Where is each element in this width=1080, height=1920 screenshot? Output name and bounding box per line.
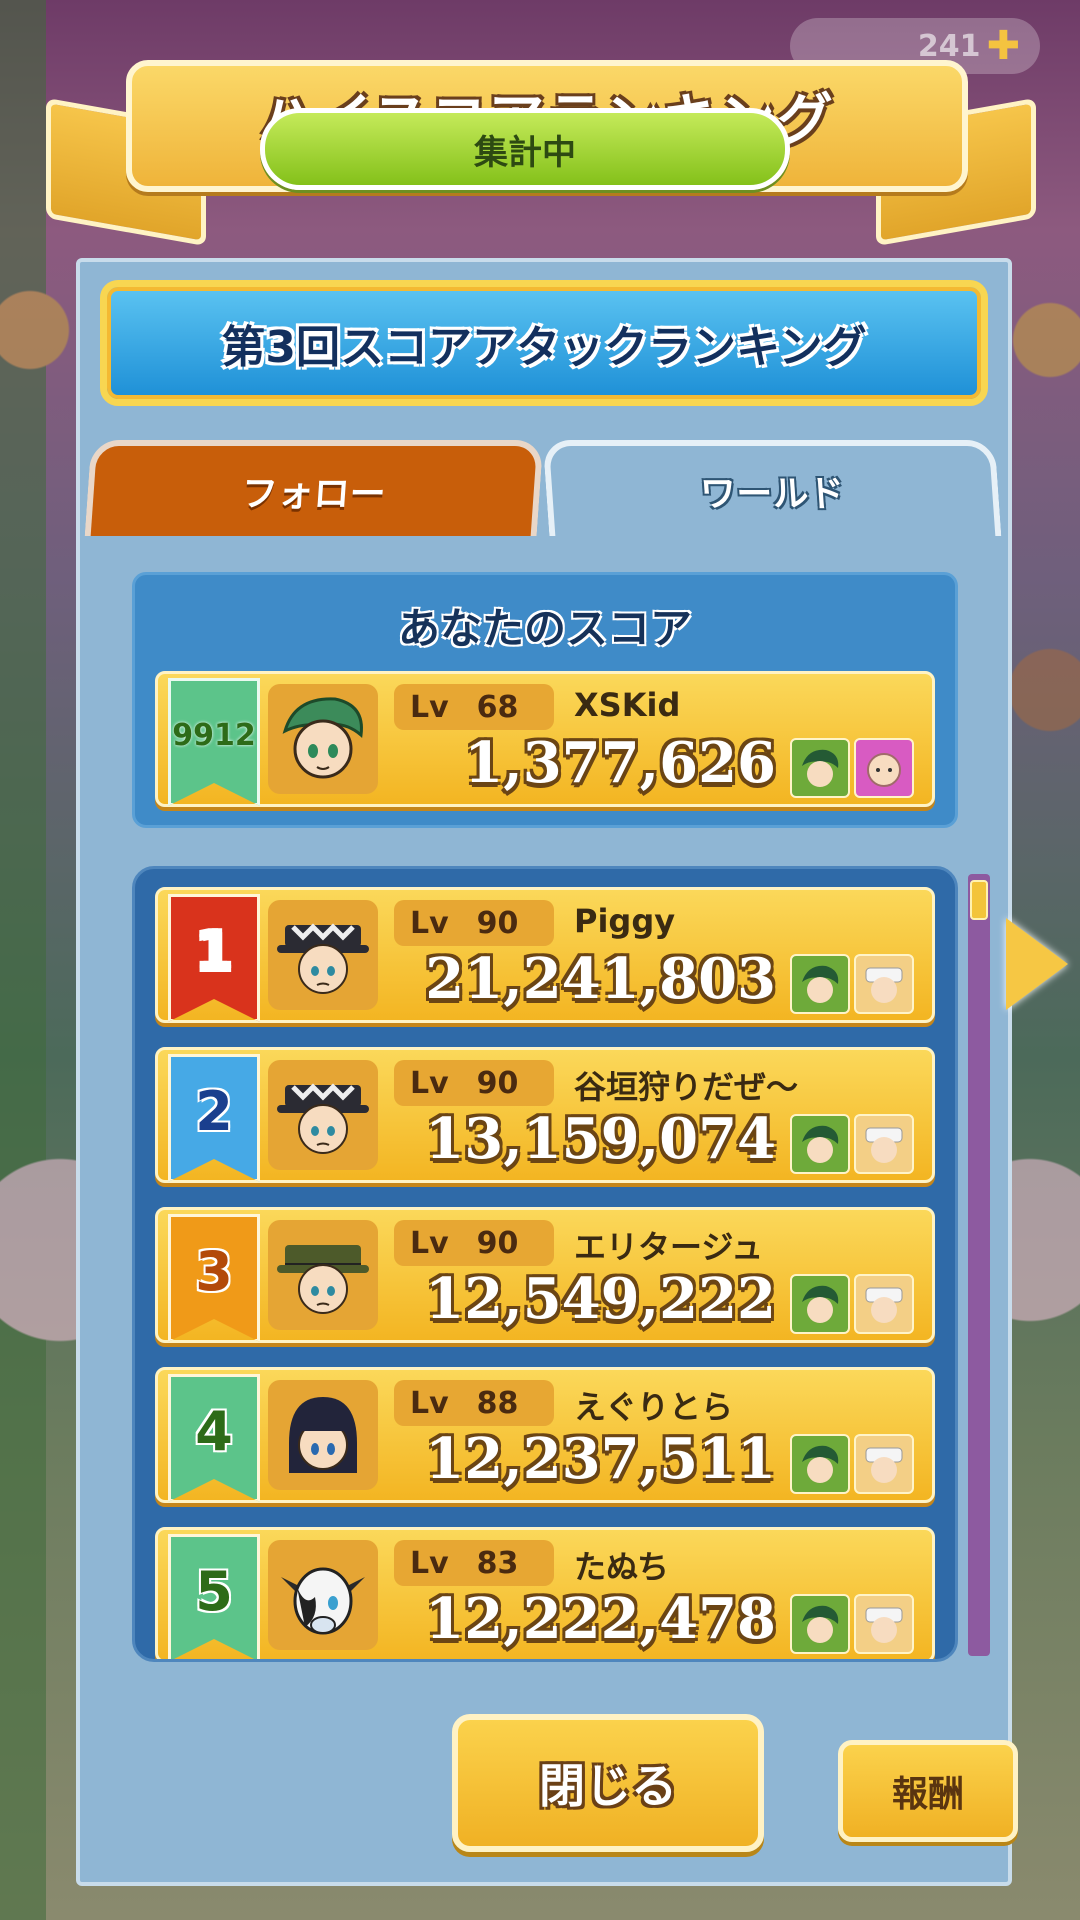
level-value: 88 <box>476 1385 519 1421</box>
rank-number: 2 <box>195 1079 233 1143</box>
level-label: Lv <box>410 905 449 941</box>
rank-banner: 2 <box>168 1054 260 1182</box>
level-value: 90 <box>476 905 519 941</box>
level-badge: Lv 88 <box>394 1380 554 1426</box>
tab-follow-label: フォロー <box>240 474 387 515</box>
character-icon <box>790 954 850 1014</box>
level-label: Lv <box>410 1545 449 1581</box>
ranking-panel: 第3回スコアアタックランキング フォロー ワールド あなたのスコア 9912 L… <box>76 258 1018 1886</box>
player-score: 12,237,511 <box>425 1426 776 1492</box>
player-score: 12,222,478 <box>425 1586 776 1652</box>
level-badge: Lv 90 <box>394 1220 554 1266</box>
character-icon <box>790 738 850 798</box>
level-label: Lv <box>410 1225 449 1261</box>
player-name: Piggy <box>574 902 676 940</box>
rank-number: 3 <box>195 1239 233 1303</box>
player-avatar <box>268 1060 378 1170</box>
player-score: 21,241,803 <box>425 946 776 1012</box>
scrollbar-thumb[interactable] <box>970 880 988 920</box>
ranking-row[interactable]: 4 Lv 88 えぐりとら 12,237,511 <box>155 1367 935 1503</box>
next-arrow-icon[interactable] <box>1006 918 1068 1010</box>
my-score-label: あなたのスコア <box>397 604 692 653</box>
player-avatar <box>268 1220 378 1330</box>
level-value: 90 <box>476 1065 519 1101</box>
tab-follow[interactable]: フォロー <box>84 440 544 536</box>
player-avatar <box>268 900 378 1010</box>
character-icon <box>790 1434 850 1494</box>
avatar-icon <box>282 697 363 779</box>
ranking-row[interactable]: 3 Lv 90 エリタージュ 12,549,222 <box>155 1207 935 1343</box>
ranking-scrollbar[interactable] <box>968 874 990 1656</box>
rank-banner: 5 <box>168 1534 260 1659</box>
tab-world-label: ワールド <box>699 474 846 515</box>
player-name: たぬち <box>574 1548 670 1586</box>
character-icon <box>854 738 914 798</box>
character-icon <box>854 1434 914 1494</box>
level-value: 90 <box>476 1225 519 1261</box>
rank-banner: 3 <box>168 1214 260 1342</box>
character-icon <box>854 1594 914 1654</box>
player-name: 谷垣狩りだぜ〜 <box>574 1068 799 1106</box>
level-badge: Lv 90 <box>394 1060 554 1106</box>
my-score-section: あなたのスコア 9912 Lv 68 XSKid 1,377,626 <box>132 572 958 828</box>
character-icon <box>790 1594 850 1654</box>
player-avatar <box>268 1380 378 1490</box>
ranking-list[interactable]: 1 Lv 90 Piggy 21,241,803 2 Lv 90 谷垣狩りだぜ〜 13,159,0… <box>132 866 958 1662</box>
tab-world[interactable]: ワールド <box>542 440 1002 536</box>
rank-number: 1 <box>195 919 233 983</box>
level-badge: Lv 68 <box>394 684 554 730</box>
character-icon <box>854 1114 914 1174</box>
level-value: 68 <box>476 689 519 725</box>
character-icon <box>854 954 914 1014</box>
rank-banner: 4 <box>168 1374 260 1502</box>
player-avatar <box>268 684 378 794</box>
status-badge: 集計中 <box>260 108 790 190</box>
reward-button[interactable]: 報酬 <box>838 1740 1018 1842</box>
player-score: 1,377,626 <box>464 730 776 796</box>
player-score: 12,549,222 <box>425 1266 776 1332</box>
player-name: XSKid <box>574 686 681 724</box>
rank-number: 9912 <box>172 717 256 753</box>
level-badge: Lv 83 <box>394 1540 554 1586</box>
ranking-row[interactable]: 2 Lv 90 谷垣狩りだぜ〜 13,159,074 <box>155 1047 935 1183</box>
rank-banner: 9912 <box>168 678 260 806</box>
ranking-row[interactable]: 1 Lv 90 Piggy 21,241,803 <box>155 887 935 1023</box>
character-icon <box>790 1114 850 1174</box>
rank-number: 4 <box>195 1399 233 1463</box>
character-icon <box>790 1274 850 1334</box>
level-label: Lv <box>410 1385 449 1421</box>
close-button[interactable]: 閉じる <box>452 1714 764 1852</box>
level-label: Lv <box>410 689 449 725</box>
character-icon <box>854 1274 914 1334</box>
level-label: Lv <box>410 1065 449 1101</box>
rank-number: 5 <box>195 1559 233 1623</box>
event-title: 第3回スコアアタックランキング <box>100 280 988 406</box>
level-value: 83 <box>476 1545 519 1581</box>
rank-banner: 1 <box>168 894 260 1022</box>
player-name: えぐりとら <box>574 1388 734 1426</box>
my-score-row[interactable]: 9912 Lv 68 XSKid 1,377,626 <box>155 671 935 807</box>
ranking-row[interactable]: 5 Lv 83 たぬち 12,222,478 <box>155 1527 935 1659</box>
player-avatar <box>268 1540 378 1650</box>
player-name: エリタージュ <box>574 1228 764 1266</box>
player-score: 13,159,074 <box>425 1106 776 1172</box>
level-badge: Lv 90 <box>394 900 554 946</box>
